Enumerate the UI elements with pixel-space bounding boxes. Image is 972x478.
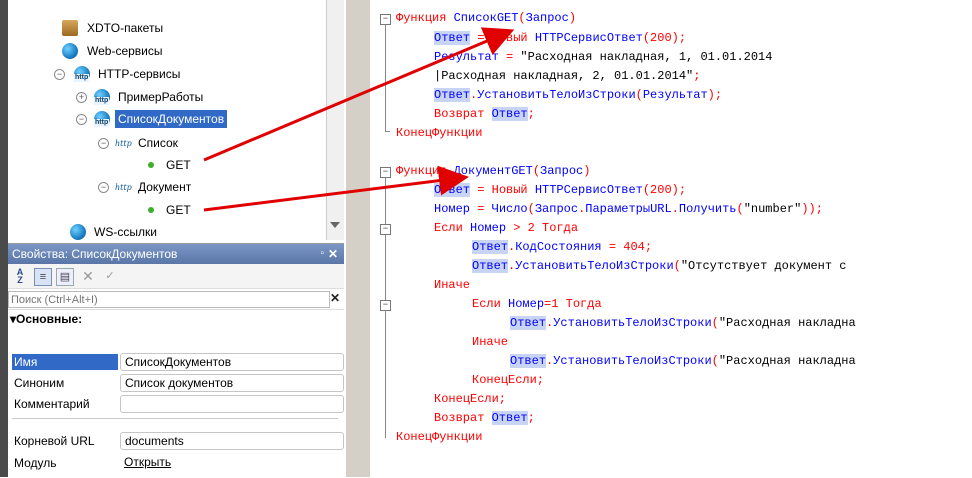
annotation-arrows xyxy=(203,27,515,212)
arrow-get-dokument xyxy=(203,165,469,212)
arrow-get-spisok xyxy=(203,27,515,162)
